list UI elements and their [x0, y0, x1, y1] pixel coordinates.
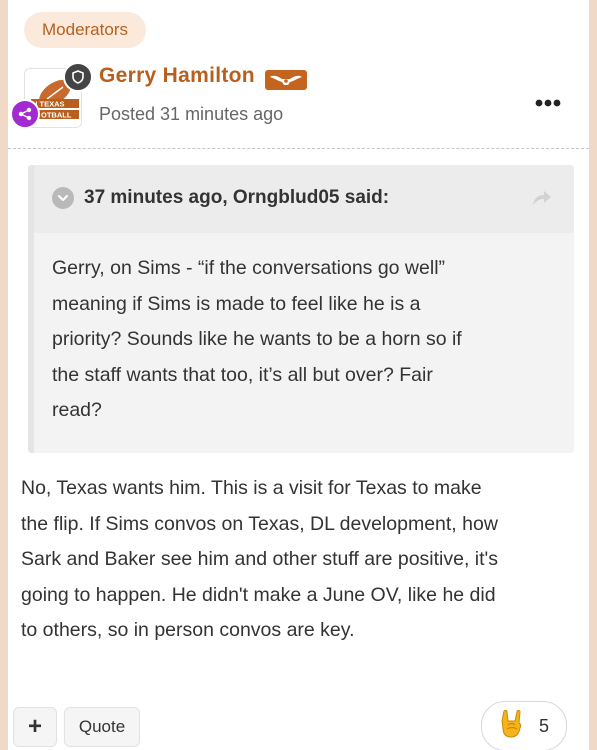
quote-line: meaning if Sims is made to feel like he …	[52, 292, 421, 315]
reaction-button[interactable]: 5	[481, 701, 567, 750]
quote-line: Gerry, on Sims - “if the conversations g…	[52, 257, 446, 279]
quote-block: 37 minutes ago, Orngblud05 said: Gerry, …	[28, 165, 574, 453]
header-divider	[8, 148, 589, 149]
quote-line: read?	[52, 399, 102, 421]
post-line: to others, so in person convos are key.	[21, 619, 355, 641]
quote-citation[interactable]: 37 minutes ago, Orngblud05 said:	[84, 187, 389, 209]
shield-icon	[63, 62, 93, 92]
author-name[interactable]: Gerry Hamilton	[99, 64, 255, 88]
multiquote-add-button[interactable]: +	[13, 707, 57, 747]
reaction-count: 5	[538, 715, 549, 736]
post-line: Sark and Baker see him and other stuff a…	[21, 548, 499, 570]
quote-line: priority? Sounds like he wants to be a h…	[52, 328, 462, 350]
quote-line: the staff wants that too, it’s all but o…	[52, 363, 433, 386]
hook-em-hand-icon	[499, 709, 525, 744]
quote-accent-bar	[28, 165, 34, 453]
quote-text: Gerry, on Sims - “if the conversations g…	[52, 251, 552, 429]
chevron-down-icon[interactable]	[52, 187, 74, 209]
post-timestamp: Posted 31 minutes ago	[99, 104, 284, 124]
moderators-badge[interactable]: Moderators	[24, 12, 146, 48]
post-body: No, Texas wants him. This is a visit for…	[21, 471, 581, 649]
more-options-icon[interactable]	[533, 96, 563, 108]
post-line: going to happen. He didn't make a June O…	[21, 583, 496, 606]
quote-button[interactable]: Quote	[64, 707, 140, 747]
post-card: Moderators N TEXAS OTBALL Gerry Hamilton	[8, 0, 589, 750]
longhorn-rank-icon	[265, 70, 307, 90]
avatar-text-line-2: OTBALL	[41, 111, 72, 120]
post-line: the flip. If Sims convos on Texas, DL de…	[21, 512, 498, 535]
post-line: No, Texas wants him. This is a visit for…	[21, 477, 482, 499]
share-icon[interactable]	[10, 99, 40, 129]
share-arrow-icon[interactable]	[532, 189, 552, 207]
